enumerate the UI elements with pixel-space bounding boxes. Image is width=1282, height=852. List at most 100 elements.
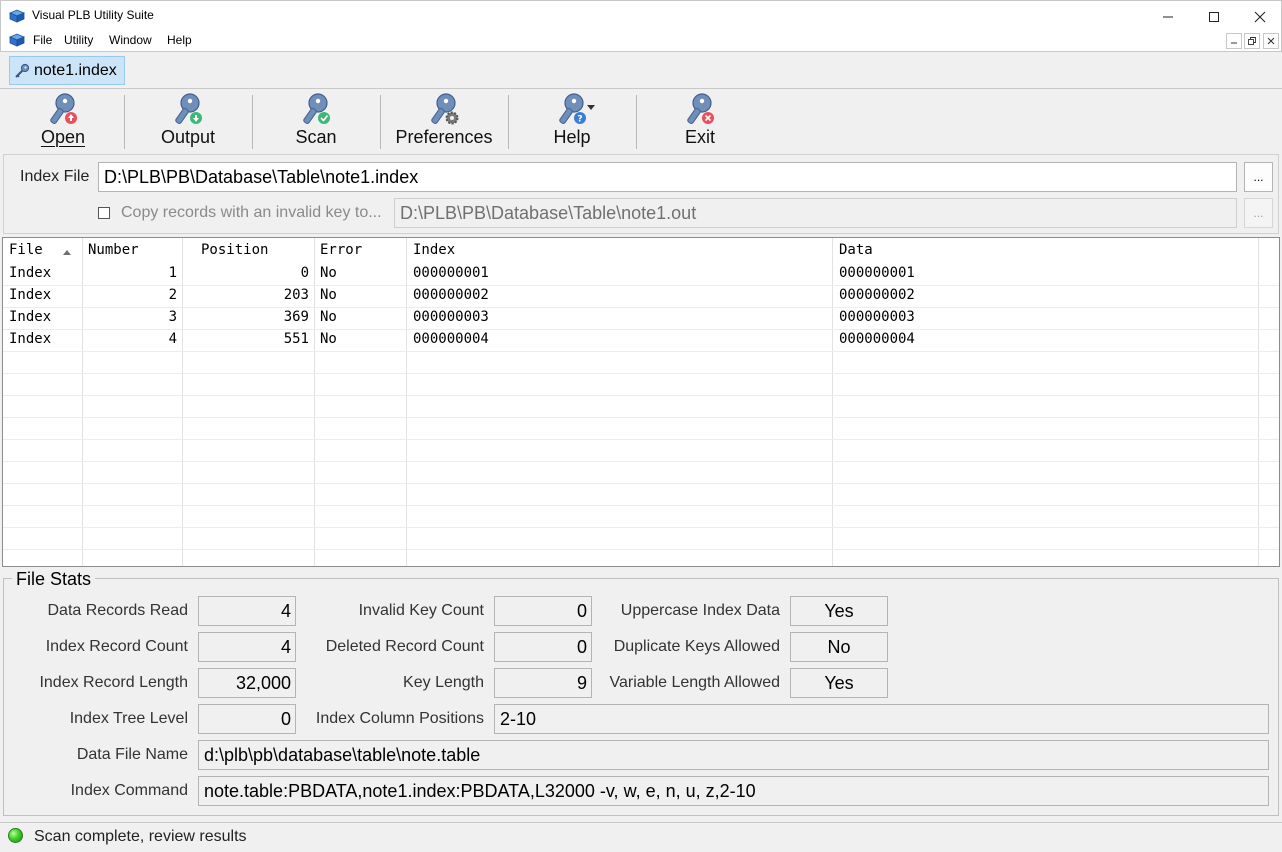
- preferences-button[interactable]: Preferences: [381, 89, 507, 153]
- output-button[interactable]: Output: [125, 89, 251, 153]
- maximize-button[interactable]: [1191, 1, 1237, 32]
- scan-label: Scan: [295, 127, 337, 147]
- menu-utility[interactable]: Utility: [64, 33, 93, 47]
- cell-position: 551: [283, 331, 309, 347]
- uppercase-index-data-label: Uppercase Index Data: [620, 602, 780, 619]
- copy-records-checkbox[interactable]: [98, 207, 110, 219]
- row-divider: [3, 527, 1279, 528]
- open-label: Open: [40, 127, 86, 147]
- tab-label: note1.index: [34, 61, 117, 79]
- table-row[interactable]: Index 2 203 No 000000002 000000002: [3, 287, 1279, 309]
- index-file-browse-button[interactable]: ...: [1244, 162, 1273, 192]
- sort-ascending-icon: [63, 250, 71, 255]
- restore-icon: [1248, 37, 1256, 45]
- help-button[interactable]: ? Help: [509, 89, 635, 153]
- results-grid[interactable]: File Number Position Error Index Data In…: [2, 237, 1280, 567]
- variable-length-allowed-label: Variable Length Allowed: [609, 674, 781, 691]
- index-column-positions-label: Index Column Positions: [315, 710, 484, 727]
- preferences-label: Preferences: [395, 127, 493, 147]
- toolbar: Open Output Scan Preferences ? Help Exit: [0, 89, 1282, 153]
- key-length-value: 9: [494, 668, 592, 698]
- cell-error: No: [320, 309, 337, 325]
- green-led-icon: [8, 828, 23, 843]
- mdi-close-button[interactable]: [1263, 33, 1279, 49]
- data-records-read-label: Data Records Read: [47, 602, 188, 619]
- table-row[interactable]: Index 3 369 No 000000003 000000003: [3, 309, 1279, 331]
- menu-file[interactable]: File: [33, 33, 52, 47]
- table-row[interactable]: Index 1 0 No 000000001 000000001: [3, 265, 1279, 287]
- column-header-position[interactable]: Position: [201, 242, 268, 258]
- cell-error: No: [320, 331, 337, 347]
- index-record-length-value: 32,000: [198, 668, 296, 698]
- copy-records-label[interactable]: Copy records with an invalid key to...: [121, 204, 382, 222]
- file-panel: Index File D:\PLB\PB\Database\Table\note…: [3, 154, 1279, 234]
- data-file-name-value: d:\plb\pb\database\table\note.table: [198, 740, 1269, 770]
- cell-number: 2: [168, 287, 177, 303]
- table-row[interactable]: Index 4 551 No 000000004 000000004: [3, 331, 1279, 353]
- invalid-key-count-label: Invalid Key Count: [358, 602, 484, 619]
- index-file-input[interactable]: D:\PLB\PB\Database\Table\note1.index: [98, 162, 1237, 192]
- tab-note1-index[interactable]: note1.index: [9, 56, 125, 85]
- close-button[interactable]: [1237, 1, 1282, 32]
- row-divider: [3, 417, 1279, 418]
- key-output-icon: [175, 93, 202, 124]
- cell-index: 000000004: [413, 331, 489, 347]
- key-open-icon: [50, 93, 77, 124]
- row-divider: [3, 373, 1279, 374]
- column-header-file[interactable]: File: [9, 242, 43, 258]
- row-divider: [3, 395, 1279, 396]
- copy-output-input: D:\PLB\PB\Database\Table\note1.out: [394, 198, 1237, 228]
- document-cube-icon[interactable]: [9, 33, 25, 47]
- key-length-label: Key Length: [403, 674, 484, 691]
- row-divider: [3, 461, 1279, 462]
- scan-button[interactable]: Scan: [253, 89, 379, 153]
- cell-number: 1: [168, 265, 177, 281]
- index-record-length-label: Index Record Length: [39, 674, 188, 691]
- deleted-record-count-label: Deleted Record Count: [325, 638, 484, 655]
- column-header-data[interactable]: Data: [839, 242, 873, 258]
- exit-label: Exit: [684, 127, 715, 147]
- data-file-name-label: Data File Name: [76, 746, 188, 763]
- menu-window[interactable]: Window: [109, 33, 152, 47]
- duplicate-keys-allowed-value: No: [790, 632, 888, 662]
- key-exit-icon: [687, 93, 714, 124]
- column-header-index[interactable]: Index: [413, 242, 455, 258]
- help-label: Help: [553, 127, 591, 147]
- column-header-error[interactable]: Error: [320, 242, 362, 258]
- minimize-button[interactable]: [1145, 1, 1191, 32]
- output-label: Output: [160, 127, 216, 147]
- data-records-read-value: 4: [198, 596, 296, 626]
- cell-file: Index: [9, 265, 52, 281]
- row-divider: [3, 549, 1279, 550]
- mdi-minimize-button[interactable]: [1226, 33, 1242, 49]
- index-tree-level-label: Index Tree Level: [69, 710, 188, 727]
- mdi-restore-button[interactable]: [1244, 33, 1260, 49]
- row-divider: [3, 483, 1279, 484]
- index-command-label: Index Command: [70, 782, 188, 799]
- column-header-number[interactable]: Number: [88, 242, 139, 258]
- cell-position: 369: [283, 309, 309, 325]
- index-column-positions-value: 2-10: [494, 704, 1269, 734]
- window-title: Visual PLB Utility Suite: [32, 8, 154, 22]
- variable-length-allowed-value: Yes: [790, 668, 888, 698]
- cell-index: 000000003: [413, 309, 489, 325]
- cell-data: 000000002: [839, 287, 915, 303]
- cell-file: Index: [9, 287, 52, 303]
- dropdown-arrow-icon: [587, 105, 595, 110]
- cell-data: 000000001: [839, 265, 915, 281]
- exit-button[interactable]: Exit: [637, 89, 763, 153]
- key-icon: [15, 63, 30, 78]
- cell-number: 4: [168, 331, 177, 347]
- deleted-record-count-value: 0: [494, 632, 592, 662]
- maximize-icon: [1209, 11, 1219, 22]
- menu-help[interactable]: Help: [167, 33, 192, 47]
- row-divider: [3, 505, 1279, 506]
- cell-error: No: [320, 287, 337, 303]
- app-cube-icon: [9, 9, 25, 23]
- index-tree-level-value: 0: [198, 704, 296, 734]
- cell-position: 203: [283, 287, 309, 303]
- close-icon: [1254, 11, 1266, 22]
- key-help-icon: ?: [559, 93, 586, 125]
- open-button[interactable]: Open: [0, 89, 126, 153]
- close-icon: [1267, 37, 1275, 45]
